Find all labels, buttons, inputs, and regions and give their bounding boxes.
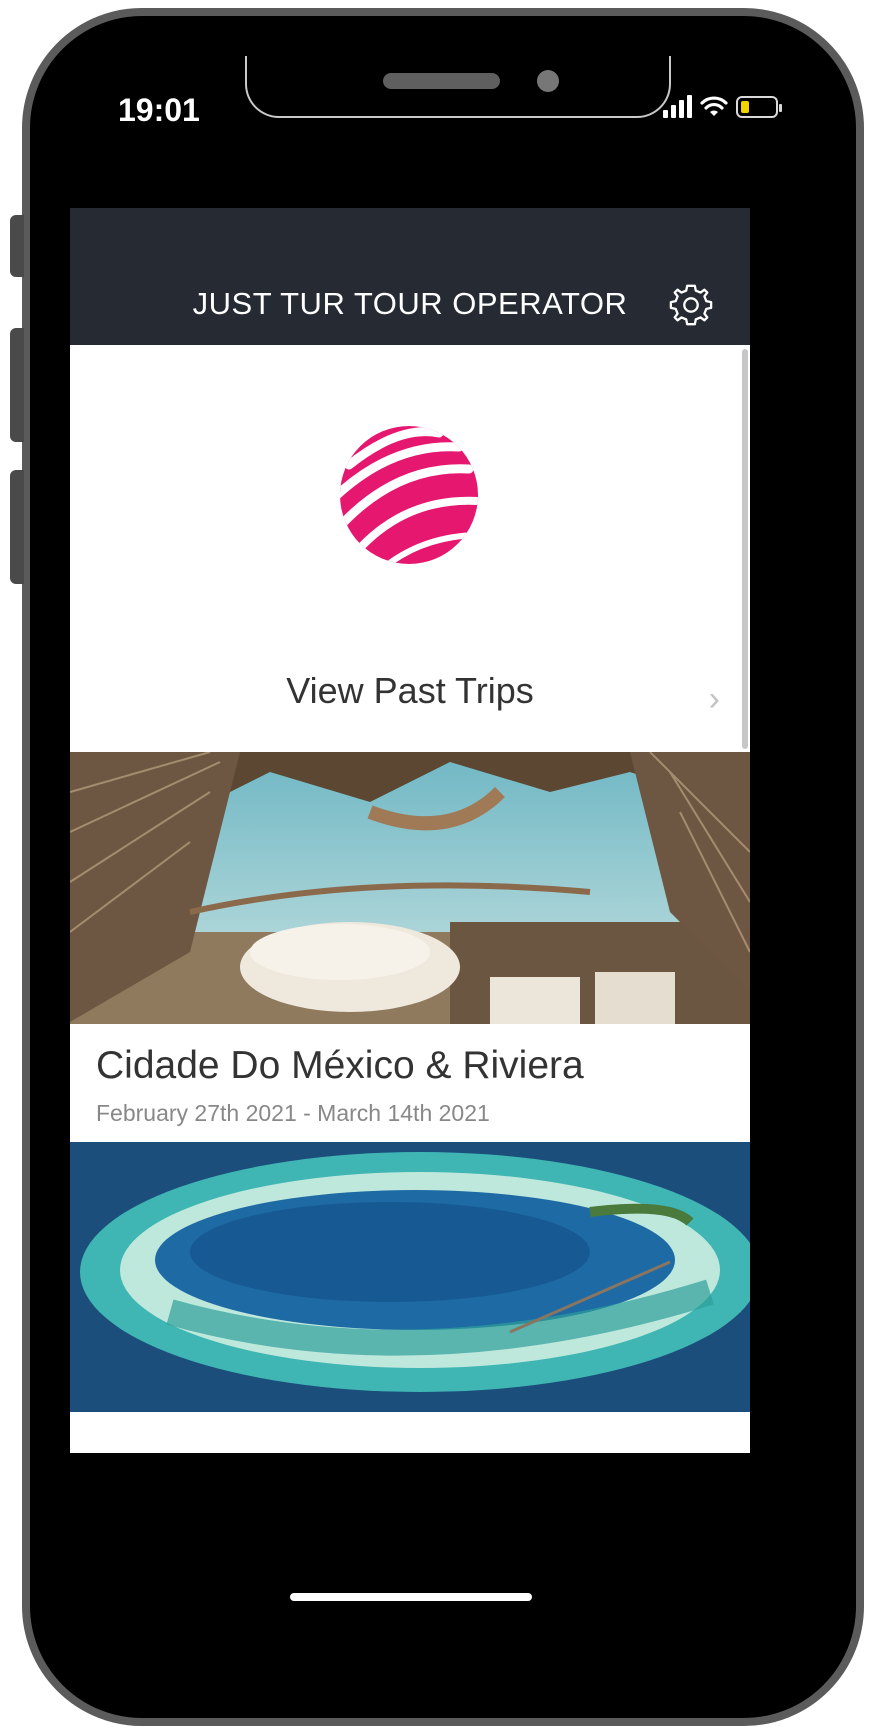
trip-title: Cidade Do México & Riviera — [96, 1044, 584, 1087]
atoll-aerial-photo — [70, 1142, 750, 1412]
beach-treehouse-photo — [70, 752, 750, 1024]
content-scroll-area[interactable]: View Past Trips › Cidade Do México & Riv… — [70, 345, 750, 1453]
view-past-trips-row[interactable]: View Past Trips › — [70, 652, 750, 752]
app-title: JUST TUR TOUR OPERATOR — [192, 286, 628, 321]
front-camera — [537, 70, 559, 92]
view-past-trips-label: View Past Trips — [286, 670, 534, 711]
trip-card[interactable]: Cidade Do México & Riviera February 27th… — [70, 752, 750, 1142]
trip-dates: February 27th 2021 - March 14th 2021 — [96, 1100, 490, 1126]
phone-screen: 19:01 JUST TUR TOUR OPERATOR View Past T… — [70, 56, 824, 1670]
status-time: 19:01 — [118, 92, 200, 128]
logo-area — [70, 345, 750, 652]
chevron-right-icon: › — [708, 680, 720, 718]
phone-volume-down-button — [10, 470, 24, 584]
wifi-icon — [700, 96, 728, 116]
app-header: JUST TUR TOUR OPERATOR — [70, 208, 750, 345]
brand-sphere-logo-icon — [340, 426, 478, 564]
battery-icon — [736, 96, 782, 118]
scrollbar[interactable] — [742, 349, 748, 749]
phone-volume-up-button — [10, 328, 24, 442]
cellular-signal-icon — [663, 94, 692, 118]
trip-card[interactable] — [70, 1142, 750, 1412]
phone-mute-switch — [10, 215, 24, 277]
status-icons — [663, 94, 782, 118]
home-indicator[interactable] — [290, 1593, 532, 1601]
speaker-grille — [383, 73, 500, 89]
gear-icon[interactable] — [668, 282, 714, 328]
